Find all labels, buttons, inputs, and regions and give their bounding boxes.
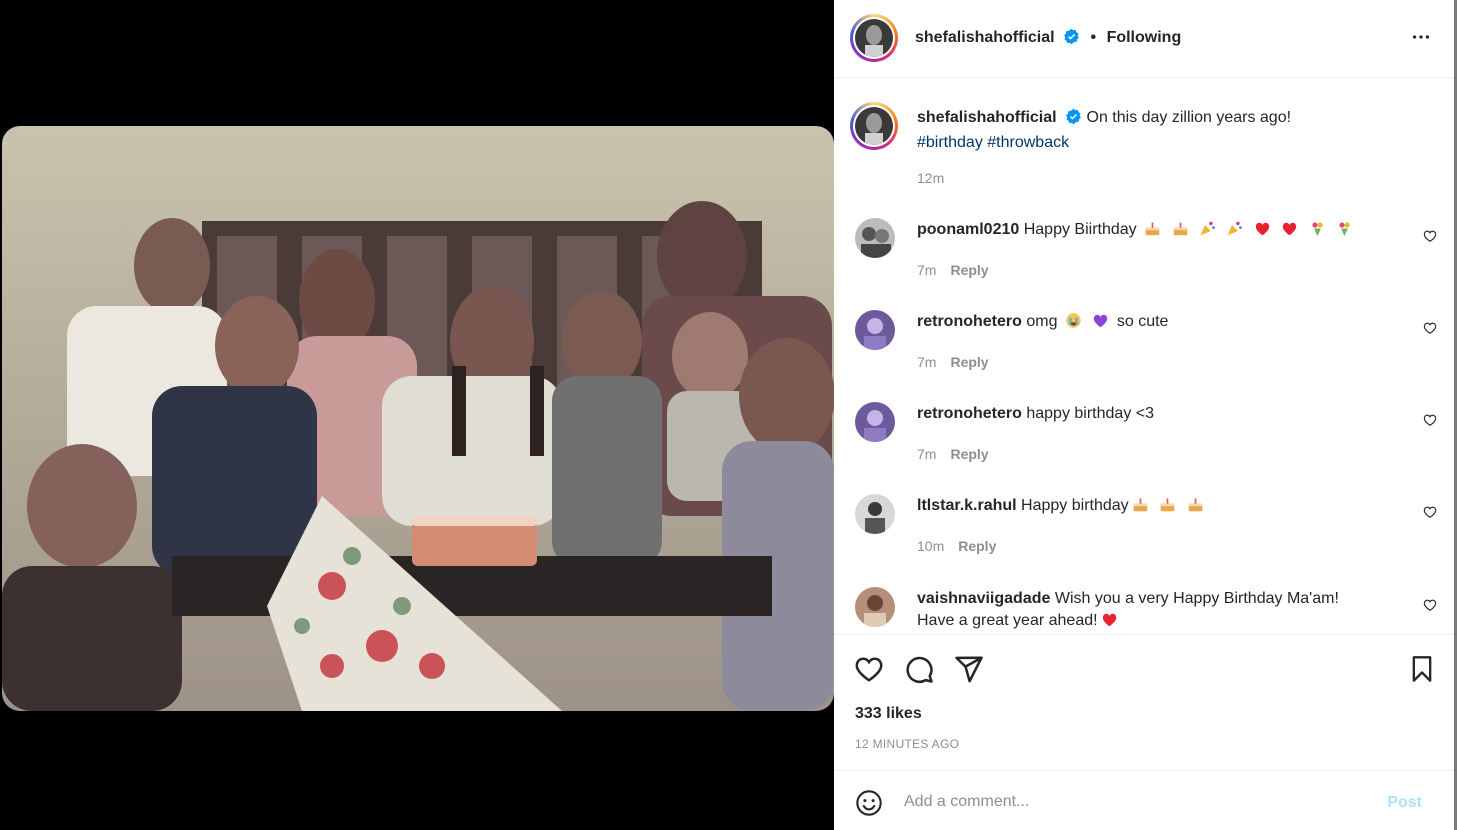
post-details-panel: shefalishahofficial • Following shefalis… bbox=[834, 0, 1454, 830]
comment-meta: 7m Reply bbox=[917, 262, 989, 278]
bouquet-emoji-icon bbox=[1333, 221, 1356, 238]
cake-emoji-icon bbox=[1156, 497, 1179, 514]
likes-count[interactable]: 333 likes bbox=[855, 705, 922, 723]
comment-text: retronohetero happy birthday <3 bbox=[917, 403, 1387, 425]
comment-meta: 7m Reply bbox=[917, 354, 989, 370]
commenter-avatar[interactable] bbox=[855, 402, 895, 442]
comment-body: Happy birthday bbox=[1021, 497, 1129, 514]
cake-emoji-icon bbox=[1141, 221, 1164, 238]
comment-body: Wish you a very Happy Birthday Ma'am! bbox=[1054, 590, 1339, 607]
comment-time: 7m bbox=[917, 354, 937, 370]
hashtag-birthday[interactable]: #birthday bbox=[917, 134, 983, 151]
cake-emoji-icon bbox=[1184, 497, 1207, 514]
post-timestamp: 12 MINUTES AGO bbox=[855, 737, 960, 751]
party-popper-emoji-icon bbox=[1223, 221, 1246, 238]
hashtag-throwback[interactable]: #throwback bbox=[987, 134, 1069, 151]
red-heart-emoji-icon bbox=[1098, 612, 1121, 629]
post-actions: 333 likes 12 MINUTES AGO bbox=[834, 634, 1454, 770]
comment-username[interactable]: retronohetero bbox=[917, 313, 1022, 330]
author-username[interactable]: shefalishahofficial bbox=[915, 29, 1055, 46]
comment-time: 7m bbox=[917, 262, 937, 278]
comment-text: retronohetero omg so cute bbox=[917, 311, 1387, 333]
post-media bbox=[0, 0, 834, 830]
like-comment-heart-icon[interactable] bbox=[1423, 598, 1437, 617]
separator-dot: • bbox=[1090, 29, 1097, 46]
reply-button[interactable]: Reply bbox=[950, 354, 988, 370]
like-comment-heart-icon[interactable] bbox=[1423, 229, 1437, 248]
comment-text: vaishnaviigadade Wish you a very Happy B… bbox=[917, 588, 1387, 632]
like-comment-heart-icon[interactable] bbox=[1423, 321, 1437, 340]
comment-username[interactable]: ltlstar.k.rahul bbox=[917, 497, 1017, 514]
comment-body-tail: so cute bbox=[1116, 313, 1169, 330]
save-bookmark-icon[interactable] bbox=[1408, 654, 1436, 689]
commenter-avatar[interactable] bbox=[855, 587, 895, 627]
comment-username[interactable]: vaishnaviigadade bbox=[917, 590, 1050, 607]
comment-username[interactable]: poonaml0210 bbox=[917, 221, 1019, 238]
comment-composer: Add a comment... Post bbox=[834, 770, 1454, 830]
post-comment-button[interactable]: Post bbox=[1387, 794, 1422, 812]
reply-button[interactable]: Reply bbox=[958, 538, 996, 554]
red-heart-emoji-icon bbox=[1278, 221, 1301, 238]
party-popper-emoji-icon bbox=[1196, 221, 1219, 238]
share-paper-plane-icon[interactable] bbox=[954, 654, 984, 689]
comment-text: ltlstar.k.rahul Happy birthday bbox=[917, 495, 1387, 517]
comment-bubble-icon[interactable] bbox=[904, 654, 934, 689]
comment-body: Happy Biirthday bbox=[1023, 221, 1137, 238]
verified-badge-icon bbox=[1065, 108, 1082, 132]
comment-username[interactable]: retronohetero bbox=[917, 405, 1022, 422]
caption-body: On this day zillion years ago! bbox=[1086, 109, 1292, 126]
caption-avatar[interactable] bbox=[850, 102, 898, 150]
comments-list: shefalishahofficial On this day zillion … bbox=[834, 78, 1454, 634]
comment-text: poonaml0210 Happy Biirthday bbox=[917, 219, 1387, 241]
commenter-avatar[interactable] bbox=[855, 494, 895, 534]
emoji-picker-icon[interactable] bbox=[855, 789, 883, 822]
cake-emoji-icon bbox=[1129, 497, 1152, 514]
reply-button[interactable]: Reply bbox=[950, 262, 988, 278]
post-photo[interactable] bbox=[2, 126, 834, 711]
reply-button[interactable]: Reply bbox=[950, 446, 988, 462]
like-comment-heart-icon[interactable] bbox=[1423, 505, 1437, 524]
cake-emoji-icon bbox=[1169, 221, 1192, 238]
comment-time: 10m bbox=[917, 538, 945, 554]
comment-meta: 10m Reply bbox=[917, 538, 996, 554]
comment-time: 7m bbox=[917, 446, 937, 462]
verified-badge-icon bbox=[1063, 28, 1080, 50]
purple-heart-emoji-icon bbox=[1089, 313, 1112, 330]
comment-input[interactable]: Add a comment... bbox=[904, 793, 1029, 811]
caption-username[interactable]: shefalishahofficial bbox=[917, 109, 1057, 126]
more-options-icon[interactable] bbox=[1410, 26, 1432, 53]
comment-body: omg bbox=[1026, 313, 1058, 330]
crying-face-emoji-icon bbox=[1062, 313, 1085, 330]
commenter-avatar[interactable] bbox=[855, 310, 895, 350]
following-button[interactable]: Following bbox=[1107, 29, 1182, 46]
post-header: shefalishahofficial • Following bbox=[834, 0, 1454, 78]
author-avatar[interactable] bbox=[850, 14, 898, 62]
bouquet-emoji-icon bbox=[1306, 221, 1329, 238]
comment-body: happy birthday <3 bbox=[1026, 405, 1155, 422]
red-heart-emoji-icon bbox=[1251, 221, 1274, 238]
caption-time: 12m bbox=[917, 170, 945, 186]
like-heart-icon[interactable] bbox=[854, 654, 884, 689]
comment-body-line2: Have a great year ahead! bbox=[917, 612, 1098, 629]
commenter-avatar[interactable] bbox=[855, 218, 895, 258]
comment-meta: 7m Reply bbox=[917, 446, 989, 462]
caption-text: shefalishahofficial On this day zillion … bbox=[917, 107, 1387, 154]
like-comment-heart-icon[interactable] bbox=[1423, 413, 1437, 432]
